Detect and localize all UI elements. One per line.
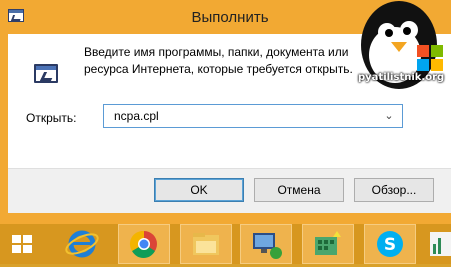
open-label: Открыть: [26,111,77,125]
browse-button[interactable]: Обзор... [354,178,434,202]
dropdown-arrow-icon[interactable]: ⌄ [382,108,396,124]
cancel-button[interactable]: Отмена [254,178,344,202]
ok-button[interactable]: OK [154,178,244,202]
taskbar-file-explorer[interactable] [180,224,232,264]
run-icon [34,64,58,83]
internet-explorer-icon [65,230,99,258]
taskbar-internet-explorer[interactable] [56,224,108,264]
taskbar-chrome[interactable] [118,224,170,264]
run-icon-small[interactable] [8,9,24,22]
folder-icon [193,233,219,255]
taskbar-chart-app[interactable] [424,224,451,264]
open-combobox[interactable]: ⌄ [103,104,403,128]
chart-app-icon [430,232,451,256]
skype-icon: S [377,231,403,257]
open-input[interactable] [104,105,384,127]
taskbar-network-computer[interactable] [240,224,292,264]
network-adapters-icon [315,231,341,255]
windows-logo-icon [12,235,32,253]
svg-text:S: S [384,235,396,255]
chrome-icon [129,230,157,258]
dialog-footer: OK Отмена Обзор... [8,168,451,213]
computer-network-icon [253,233,282,259]
window-title: Выполнить [191,9,269,26]
description-text: Введите имя программы, папки, документа … [84,45,353,76]
site-watermark: pyatilistnik.org [358,72,445,83]
taskbar-network-adapters[interactable] [302,224,354,264]
taskbar-skype[interactable]: S [364,224,416,264]
taskbar: S [0,224,451,264]
start-button[interactable] [0,224,52,264]
